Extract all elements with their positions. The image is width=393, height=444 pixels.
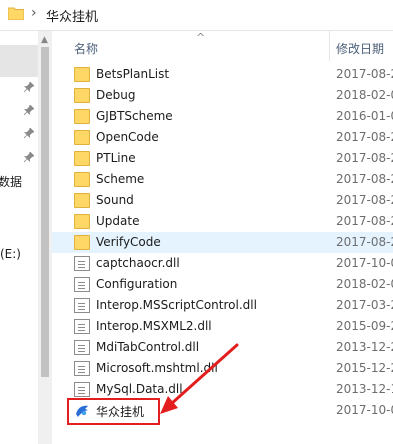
annotation-arrow-icon bbox=[160, 343, 239, 414]
